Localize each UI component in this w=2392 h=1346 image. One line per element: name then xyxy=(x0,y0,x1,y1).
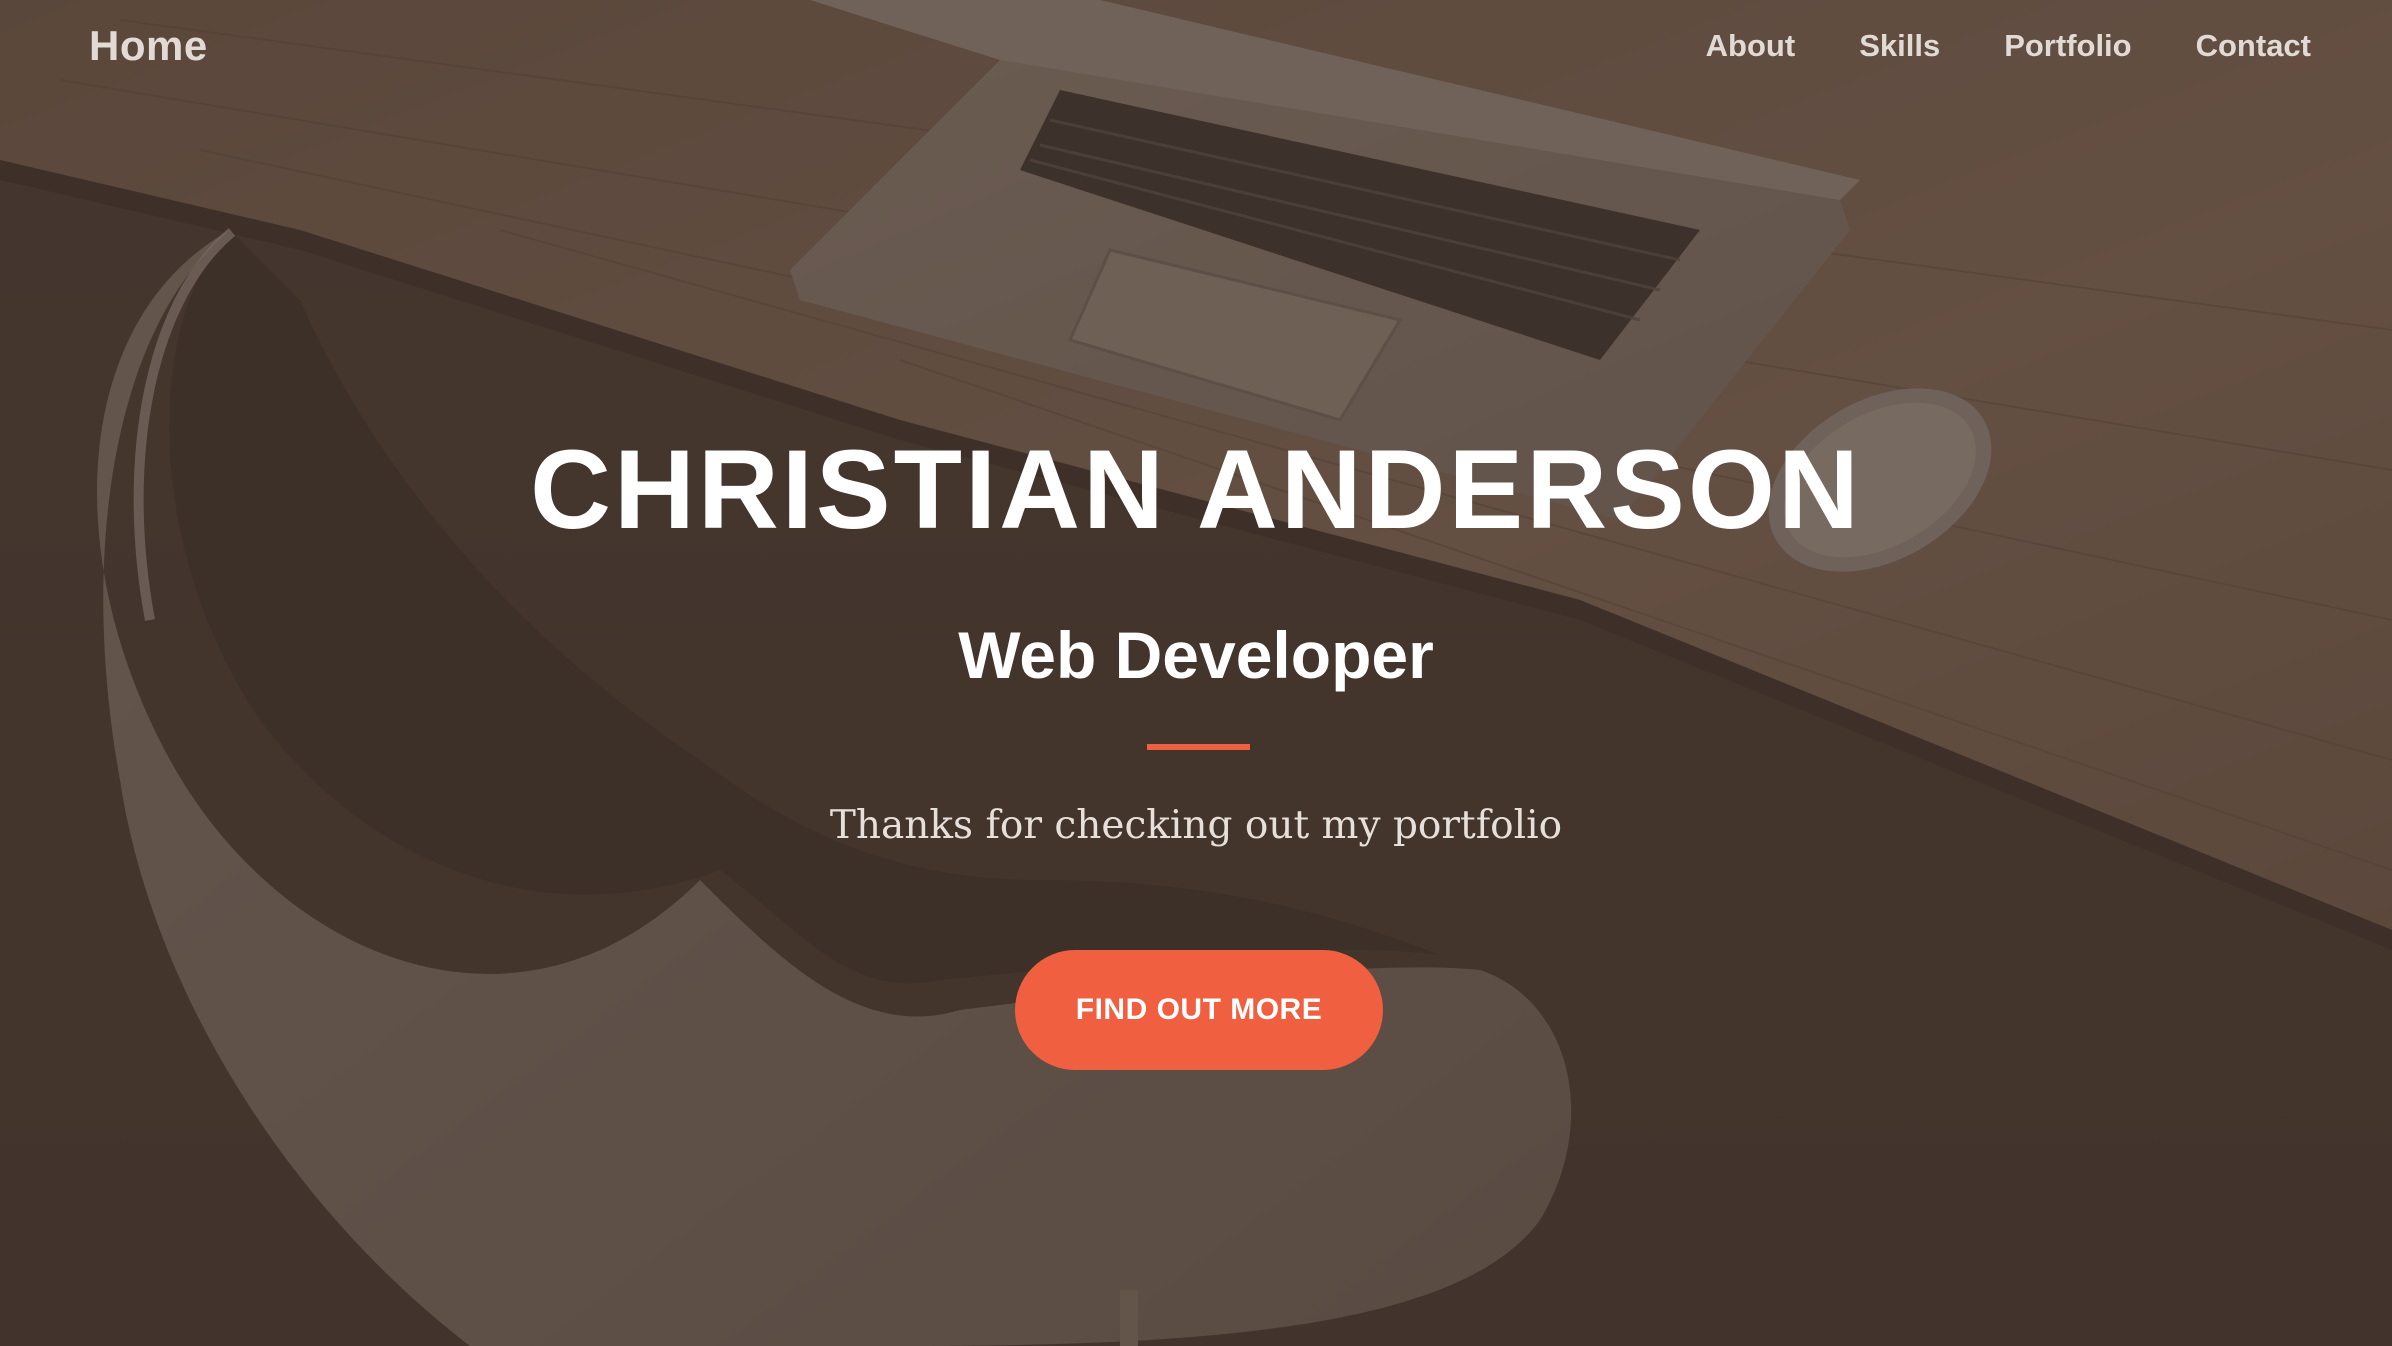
accent-divider xyxy=(1147,744,1250,750)
hero-role-subheading: Web Developer xyxy=(958,618,1434,692)
top-navbar: Home About Skills Portfolio Contact xyxy=(0,0,2392,100)
nav-link-contact[interactable]: Contact xyxy=(2196,28,2311,64)
nav-link-skills[interactable]: Skills xyxy=(1859,28,1940,64)
find-out-more-button[interactable]: FIND OUT MORE xyxy=(1015,950,1383,1070)
hero-section: Home About Skills Portfolio Contact CHRI… xyxy=(0,0,2392,1346)
nav-home-link[interactable]: Home xyxy=(89,22,208,70)
nav-links: About Skills Portfolio Contact xyxy=(1706,28,2311,64)
nav-link-portfolio[interactable]: Portfolio xyxy=(2004,28,2131,64)
nav-link-about[interactable]: About xyxy=(1706,28,1796,64)
hero-content: CHRISTIAN ANDERSON Web Developer Thanks … xyxy=(0,0,2392,1346)
hero-name-heading: CHRISTIAN ANDERSON xyxy=(530,427,1862,552)
hero-tagline: Thanks for checking out my portfolio xyxy=(829,803,1563,848)
